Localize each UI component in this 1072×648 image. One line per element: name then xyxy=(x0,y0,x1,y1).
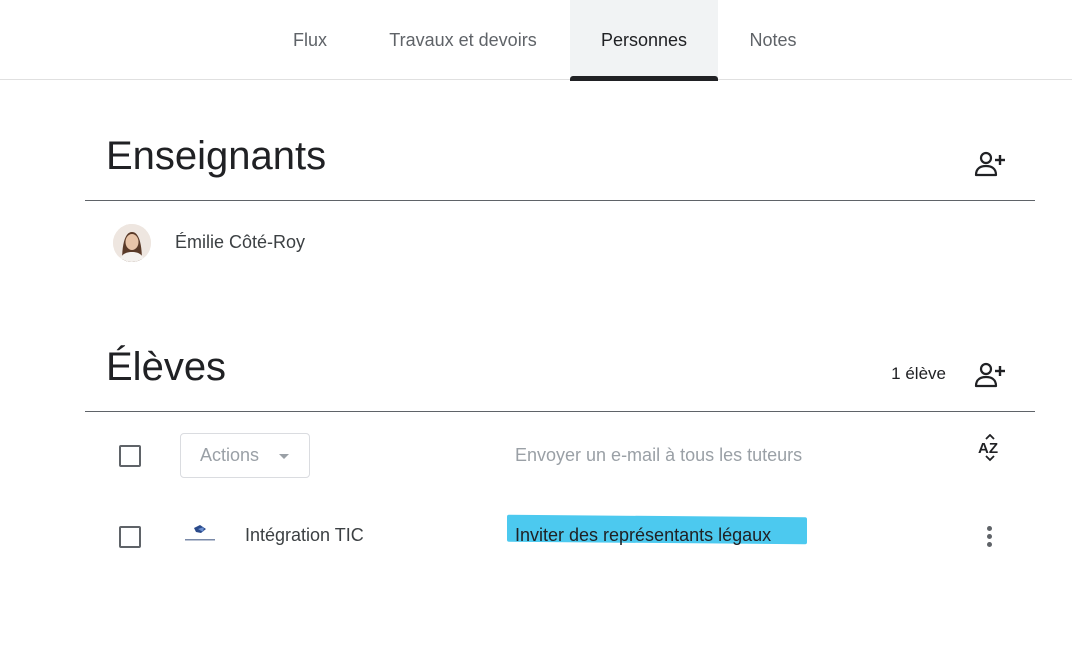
invite-student-button[interactable] xyxy=(974,361,1006,389)
sort-button[interactable]: AZ xyxy=(976,433,1004,462)
student-row-checkbox[interactable] xyxy=(119,526,141,548)
invite-guardians-link[interactable]: Inviter des représentants légaux xyxy=(515,525,771,546)
student-avatar xyxy=(183,524,217,546)
student-count: 1 élève xyxy=(891,364,946,383)
select-all-checkbox[interactable] xyxy=(119,445,141,467)
more-vert-icon[interactable] xyxy=(978,524,1002,550)
tab-notes[interactable]: Notes xyxy=(730,0,816,80)
students-divider xyxy=(85,411,1035,412)
tab-travaux-et-devoirs[interactable]: Travaux et devoirs xyxy=(370,0,556,80)
sort-az-icon: AZ xyxy=(978,433,998,462)
teacher-name: Émilie Côté-Roy xyxy=(175,232,306,252)
actions-label: Actions xyxy=(200,445,260,465)
teachers-divider xyxy=(85,200,1035,201)
teacher-avatar xyxy=(113,224,151,262)
caret-down-icon xyxy=(279,454,289,459)
tab-personnes[interactable]: Personnes xyxy=(570,0,718,81)
student-name: Intégration TIC xyxy=(245,525,364,545)
email-all-guardians-link[interactable]: Envoyer un e-mail à tous les tuteurs xyxy=(515,445,802,466)
actions-dropdown[interactable]: Actions xyxy=(180,433,310,478)
teachers-section-title: Enseignants xyxy=(106,134,327,178)
person-add-icon xyxy=(974,362,1005,388)
top-tab-bar: Flux Travaux et devoirs Personnes Notes xyxy=(0,0,1072,81)
tab-flux[interactable]: Flux xyxy=(274,0,346,80)
svg-text:AZ: AZ xyxy=(978,440,998,457)
invite-teacher-button[interactable] xyxy=(974,150,1006,178)
person-add-icon xyxy=(974,151,1005,177)
students-section-title: Élèves xyxy=(106,345,227,389)
